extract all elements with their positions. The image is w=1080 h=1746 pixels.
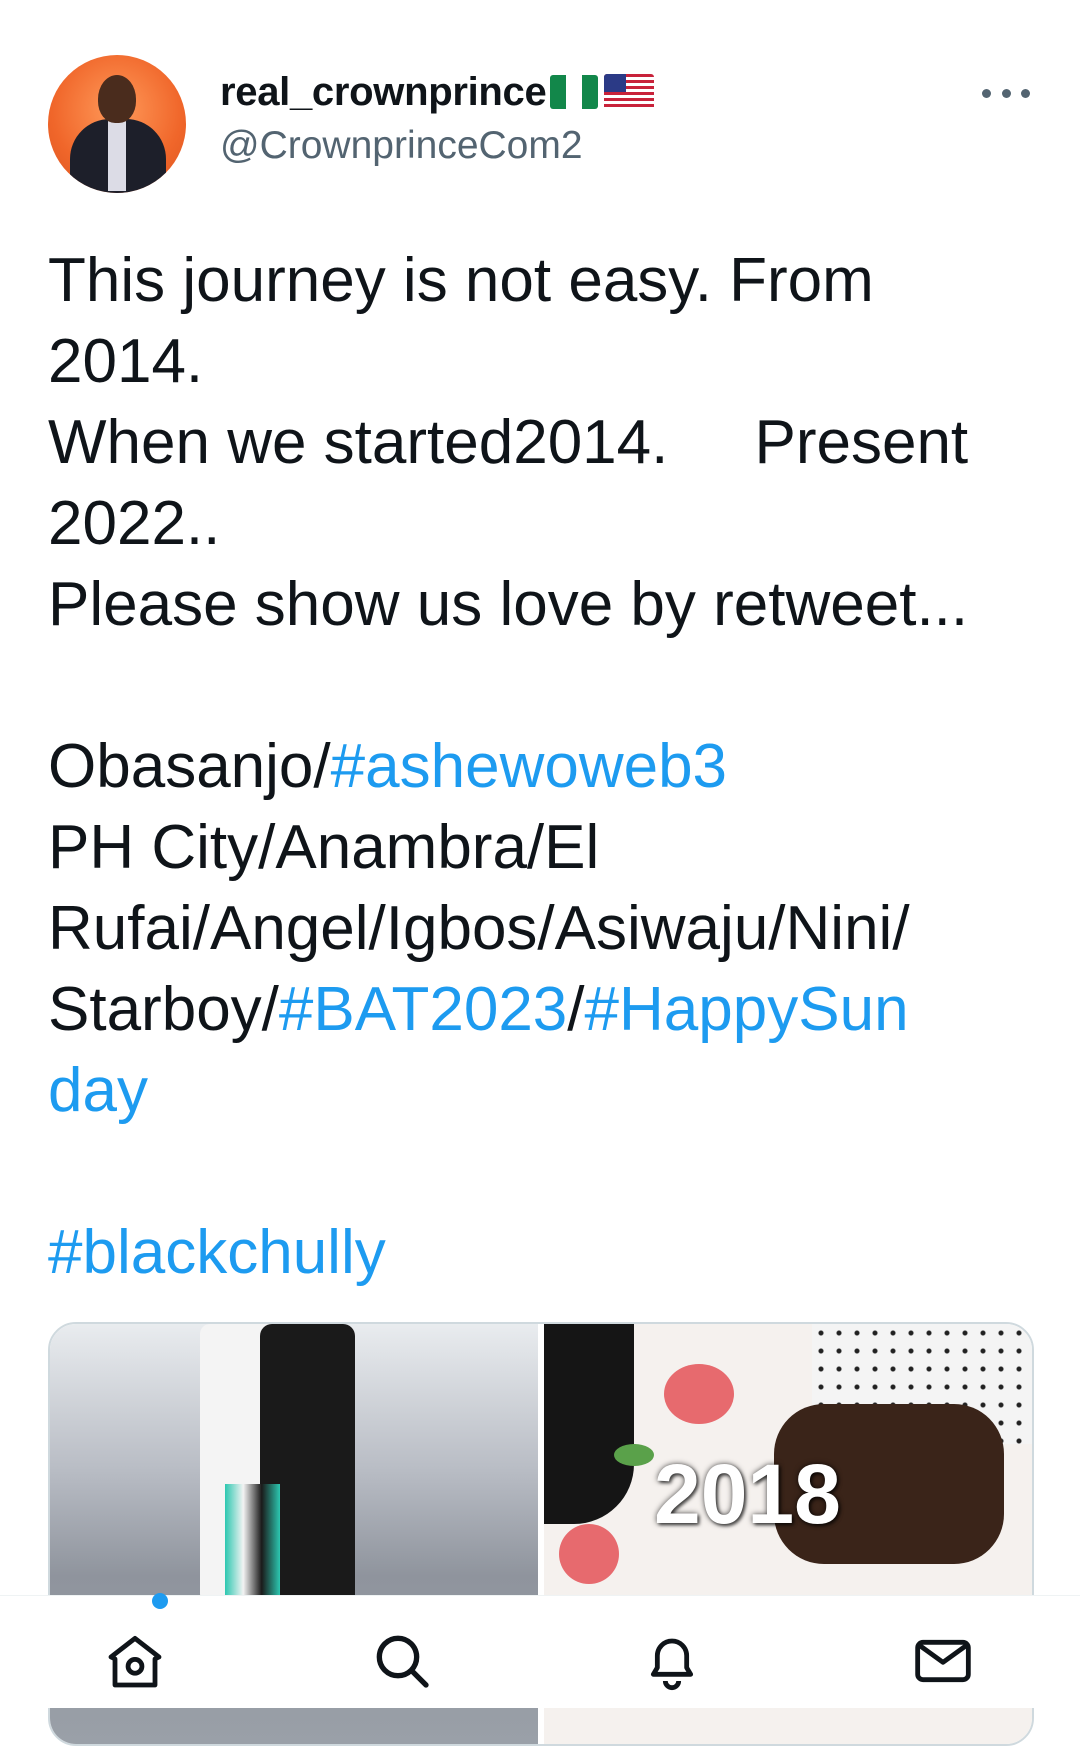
tweet-text-line: day	[48, 1050, 1038, 1131]
home-icon[interactable]	[100, 1626, 170, 1696]
home-new-indicator	[152, 1593, 168, 1609]
hashtag-link[interactable]: day	[48, 1056, 148, 1125]
tweet-text-line: 2014.	[48, 321, 1038, 402]
photo-caption-year: 2018	[654, 1447, 841, 1541]
tweet-text-segment: This journey is not easy. From	[48, 246, 874, 315]
avatar[interactable]	[48, 55, 186, 193]
tweet-text-segment: Please show us love by retweet...	[48, 570, 969, 639]
tweet-text-line: 2022..	[48, 483, 1038, 564]
tweet-text-segment: Rufai/Angel/Igbos/Asiwaju/Nini/	[48, 894, 910, 963]
notifications-icon[interactable]	[637, 1626, 707, 1696]
tweet-text-line: This journey is not easy. From	[48, 240, 1038, 321]
messages-icon[interactable]	[908, 1626, 978, 1696]
tweet-text-segment: 2022..	[48, 489, 221, 558]
hashtag-link[interactable]: #HappySun	[585, 975, 909, 1044]
nigeria-flag-icon	[550, 75, 599, 109]
tweet-text-line	[48, 645, 1038, 726]
hashtag-link[interactable]: #blackchully	[48, 1218, 386, 1287]
tweet-text-line: PH City/Anambra/El	[48, 807, 1038, 888]
tweet-text-segment: 2014.	[48, 327, 204, 396]
tweet-text-segment: PH City/Anambra/El	[48, 813, 600, 882]
bottom-tab-bar	[0, 1593, 1080, 1708]
display-name[interactable]: real_crownprince	[220, 70, 547, 115]
tweet-text: This journey is not easy. From 2014. When …	[48, 240, 1038, 1293]
handle[interactable]: @CrownprinceCom2	[220, 124, 583, 168]
usa-flag-icon	[604, 74, 655, 110]
hashtag-link[interactable]: #ashewoweb3	[331, 732, 727, 801]
tweet-text-line: When we started2014. Present	[48, 402, 1038, 483]
tweet-text-line: Please show us love by retweet...	[48, 564, 1038, 645]
more-options-icon[interactable]	[982, 78, 1030, 108]
tweet-text-line	[48, 1131, 1038, 1212]
tweet-text-segment: Starboy/	[48, 975, 279, 1044]
search-icon[interactable]	[367, 1626, 437, 1696]
tweet-text-line: Obasanjo/#ashewoweb3	[48, 726, 1038, 807]
tweet-text-line: Starboy/#BAT2023/#HappySun	[48, 969, 1038, 1050]
hashtag-link[interactable]: #BAT2023	[279, 975, 567, 1044]
tweet-text-segment: When we started2014. Present	[48, 408, 969, 477]
tweet-text-line: Rufai/Angel/Igbos/Asiwaju/Nini/	[48, 888, 1038, 969]
author-name-row[interactable]: real_crownprince	[220, 66, 655, 118]
tweet-text-segment: Obasanjo/	[48, 732, 331, 801]
tweet-text-segment: /	[567, 975, 585, 1044]
tweet-header: real_crownprince @CrownprinceCom2	[0, 0, 1080, 210]
tweet-text-line: #blackchully	[48, 1212, 1038, 1293]
